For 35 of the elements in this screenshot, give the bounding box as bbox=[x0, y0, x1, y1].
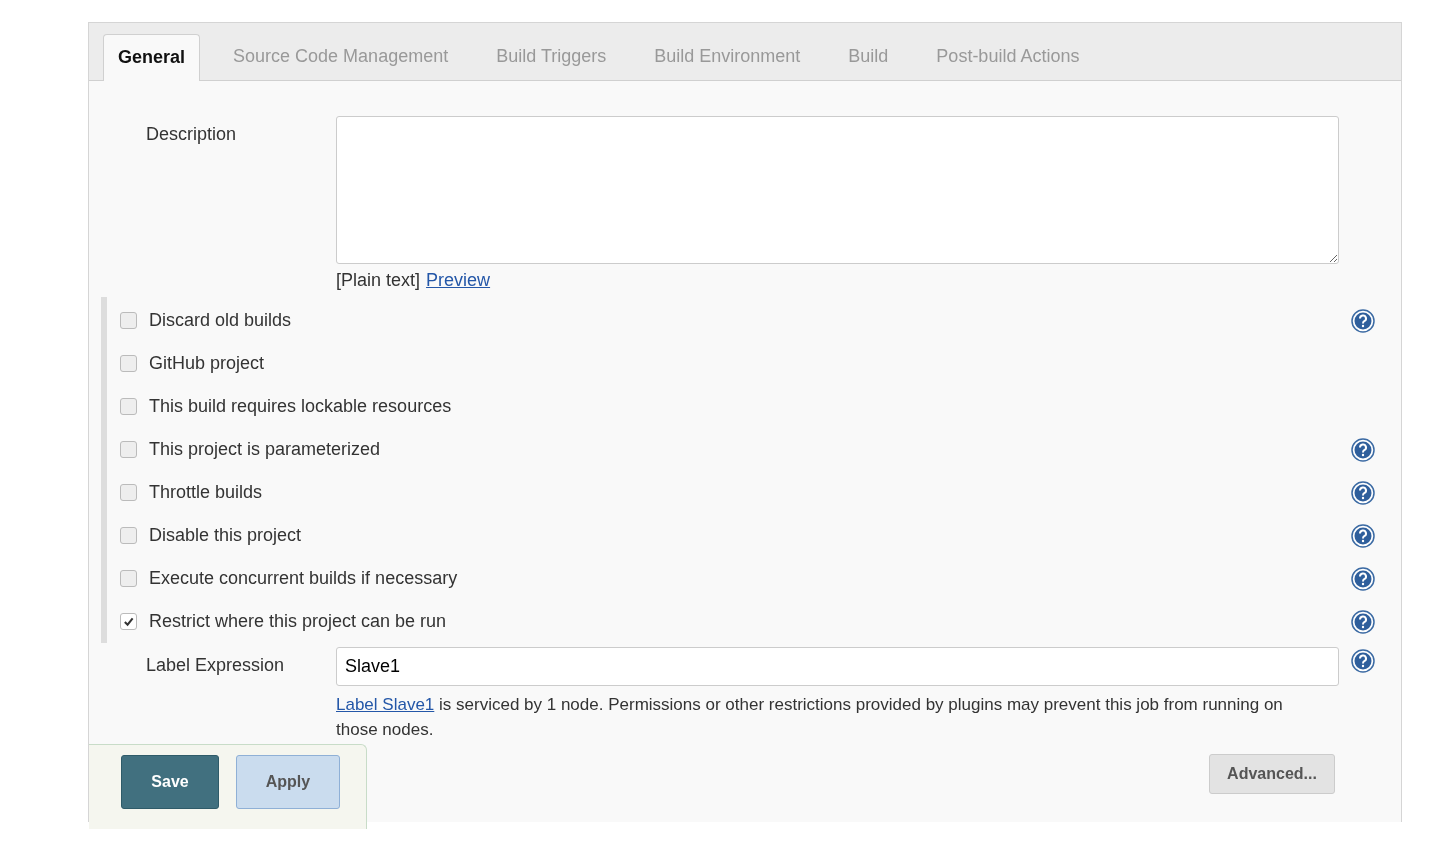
label-expression-field[interactable]: Slave1 bbox=[336, 647, 1339, 686]
checkbox-label: This build requires lockable resources bbox=[149, 396, 452, 417]
advanced-button[interactable]: Advanced... bbox=[1209, 754, 1335, 794]
help-icon[interactable] bbox=[1351, 609, 1375, 634]
help-icon[interactable] bbox=[1351, 649, 1375, 673]
apply-button[interactable]: Apply bbox=[236, 755, 340, 809]
label-status-message: Label Slave1 is serviced by 1 node. Permissions or other restrictions provided by plugins may prevent this job from running on those nodes. bbox=[336, 694, 1284, 741]
checkbox-label: Execute concurrent builds if necessary bbox=[149, 568, 458, 589]
help-icon[interactable] bbox=[1351, 480, 1375, 505]
checkbox[interactable] bbox=[120, 527, 137, 544]
checkbox-label: Restrict where this project can be run bbox=[149, 611, 447, 632]
description-field[interactable] bbox=[336, 116, 1339, 264]
tab[interactable]: General bbox=[103, 34, 201, 81]
checkbox-label: Disable this project bbox=[149, 525, 302, 546]
format-text: [Plain text] bbox=[336, 270, 421, 291]
help-icon[interactable] bbox=[1351, 308, 1375, 333]
checkbox-label: GitHub project bbox=[149, 353, 265, 374]
checkbox-label: Throttle builds bbox=[149, 482, 263, 503]
preview-link[interactable]: Preview bbox=[426, 270, 491, 291]
field-label: Description bbox=[145, 123, 238, 145]
save-button[interactable]: Save bbox=[121, 755, 219, 809]
checkbox[interactable] bbox=[120, 613, 137, 630]
checkbox[interactable] bbox=[120, 570, 137, 587]
label-link[interactable]: Label Slave1 bbox=[336, 695, 435, 714]
checkbox[interactable] bbox=[120, 312, 137, 329]
checkbox-label: This project is parameterized bbox=[149, 439, 381, 460]
field-label: Label Expression bbox=[145, 654, 286, 676]
help-icon[interactable] bbox=[1351, 523, 1375, 548]
checkbox-label: Discard old builds bbox=[149, 310, 292, 331]
checkbox[interactable] bbox=[120, 484, 137, 501]
help-icon[interactable] bbox=[1351, 437, 1375, 462]
checkbox[interactable] bbox=[120, 355, 137, 372]
checkbox[interactable] bbox=[120, 398, 137, 415]
checkbox[interactable] bbox=[120, 441, 137, 458]
help-icon[interactable] bbox=[1351, 566, 1375, 591]
